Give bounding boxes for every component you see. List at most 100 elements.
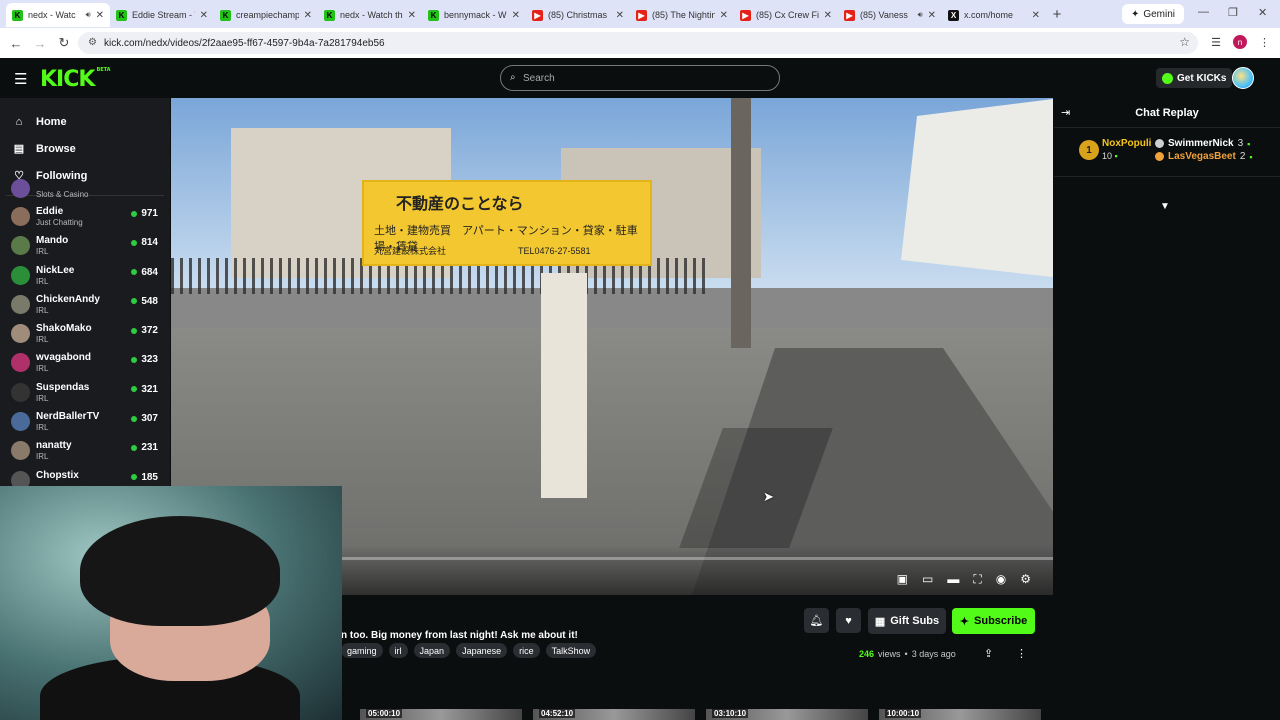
sidebar-channel[interactable]: Suspendas IRL 321 [0, 379, 170, 408]
settings-gear-icon[interactable]: ⚙ [1020, 572, 1031, 587]
close-tab-icon[interactable]: ✕ [304, 10, 312, 21]
tag-list: gaming irl Japan Japanese rice TalkShow [341, 643, 597, 658]
browser-tab[interactable]: K Eddie Stream - V ✕ [110, 3, 214, 27]
browser-tab-bar: Knedx - Watc 🔊︎ ✕ K Eddie Stream - V ✕ Kcreamp… [0, 0, 1280, 28]
video-thumbnail[interactable]: 10:00:10 [879, 709, 1041, 720]
follow-button[interactable]: ♥ [836, 608, 861, 633]
gifter-row[interactable]: SwimmerNick 3 ▪ [1155, 138, 1250, 149]
channel-avatar [11, 324, 30, 344]
close-tab-icon[interactable]: ✕ [928, 10, 936, 21]
viewer-count: 372 [131, 325, 158, 336]
sidebar-item-home[interactable]: ⌂ Home [0, 108, 170, 135]
fullscreen-icon[interactable]: ⛶ [973, 572, 981, 587]
sidebar-channel[interactable]: NickLee IRL 684 [0, 262, 170, 291]
gifter-row[interactable]: LasVegasBeet 2 ▪ [1155, 151, 1253, 162]
site-info-icon[interactable]: ⚙ [88, 37, 97, 48]
sidebar-channel[interactable]: ShakoMako IRL 372 [0, 320, 170, 349]
sidebar-channel[interactable]: Mando IRL 814 [0, 232, 170, 261]
channel-category: IRL [36, 305, 49, 315]
browser-tab[interactable]: ▶ (85) The Nightin ✕ [630, 3, 734, 27]
thumbnail-duration: 05:00:10 [366, 709, 403, 718]
browser-tab[interactable]: Knedx - Watc 🔊︎ ✕ [6, 3, 110, 27]
user-avatar[interactable] [1232, 67, 1254, 89]
close-tab-icon[interactable]: ✕ [96, 10, 104, 21]
browser-tab[interactable]: Xx.com/home ✕ [942, 3, 1046, 27]
new-tab-icon[interactable]: + [1046, 6, 1068, 23]
get-kicks-button[interactable]: Get KICKs [1156, 68, 1233, 88]
close-tab-icon[interactable]: ✕ [1032, 10, 1040, 21]
sidebar-channel[interactable]: Chopstix 185 [0, 467, 170, 488]
tag-chip[interactable]: Japanese [456, 643, 508, 658]
kick-logo[interactable]: KICK BETA [40, 67, 111, 92]
chevron-down-icon[interactable]: ▼ [1160, 201, 1170, 212]
top-gifter-name[interactable]: NoxPopuli [1102, 138, 1151, 149]
close-tab-icon[interactable]: ✕ [616, 10, 624, 21]
rank-badge: 1 [1079, 140, 1099, 160]
viewer-count: 814 [131, 237, 158, 248]
tag-chip[interactable]: Japan [413, 643, 451, 658]
kick-favicon-icon: K [428, 9, 439, 21]
hamburger-menu-icon[interactable]: ☰ [14, 70, 27, 88]
browser-tab[interactable]: ▶ (85) Vaness 🔊︎ ✕ [838, 3, 942, 27]
related-videos: 05:00:10 04:52:10 03:10:10 10:00:10 [360, 709, 1041, 720]
video-thumbnail[interactable]: 05:00:10 [360, 709, 522, 720]
close-tab-icon[interactable]: ✕ [512, 10, 520, 21]
close-window-icon[interactable]: ✕ [1258, 6, 1267, 19]
sidebar-channel[interactable]: wvagabond IRL 323 [0, 349, 170, 378]
site-header: ☰ KICK BETA ⌕ Search Get KICKs [0, 58, 1280, 98]
browser-tab[interactable]: Kcreampiechamp ✕ [214, 3, 318, 27]
clip-icon[interactable]: ▭ [922, 572, 933, 587]
close-tab-icon[interactable]: ✕ [720, 10, 728, 21]
tag-chip[interactable]: gaming [341, 643, 383, 658]
home-icon: ⌂ [15, 115, 23, 128]
close-tab-icon[interactable]: ✕ [200, 10, 208, 21]
viewer-count: 321 [131, 384, 158, 395]
tag-chip[interactable]: rice [513, 643, 540, 658]
forward-icon[interactable]: → [28, 36, 52, 51]
profile-avatar[interactable]: n [1233, 35, 1247, 49]
url-field[interactable]: ⚙ kick.com/nedx/videos/2f2aae95-ff67-459… [78, 32, 1198, 54]
video-thumbnail[interactable]: 03:10:10 [706, 709, 868, 720]
sidebar-item-browse[interactable]: ▤ Browse [0, 135, 170, 162]
sidebar-channel[interactable]: nanatty IRL 231 [0, 437, 170, 466]
browser-menu-icon[interactable]: ⋮ [1259, 36, 1270, 49]
theater-mode-icon[interactable]: ▬ [947, 572, 959, 587]
bookmark-star-icon[interactable]: ☆ [1179, 35, 1190, 49]
audio-playing-icon[interactable]: 🔊︎ [86, 10, 91, 20]
channel-name: ChickenAndy [36, 293, 100, 305]
video-thumbnail[interactable]: 04:52:10 [533, 709, 695, 720]
minimize-icon[interactable]: — [1198, 6, 1209, 18]
more-options-icon[interactable]: ⋮ [1016, 647, 1027, 660]
badge-icon [1155, 152, 1164, 161]
audio-playing-icon[interactable]: 🔊︎ [918, 10, 923, 20]
gemini-button[interactable]: ✦ Gemini [1122, 4, 1184, 24]
thumbnail-duration: 10:00:10 [885, 709, 922, 718]
mini-player-icon[interactable]: ▣ [897, 572, 908, 587]
close-tab-icon[interactable]: ✕ [824, 10, 832, 21]
sidebar-channel[interactable]: Eddie Just Chatting 971 [0, 203, 170, 232]
sidebar-channel[interactable]: ChickenAndy IRL 548 [0, 291, 170, 320]
close-tab-icon[interactable]: ✕ [408, 10, 416, 21]
browser-tab[interactable]: Kbennymack - W ✕ [422, 3, 526, 27]
playback-speed-icon[interactable]: ◉ [996, 572, 1006, 587]
sidebar-channel[interactable]: Slots & Casino [0, 179, 170, 203]
notifications-button[interactable]: 🔔︎ [804, 608, 829, 633]
badge-icon [1155, 139, 1164, 148]
tag-chip[interactable]: irl [388, 643, 408, 658]
gift-subs-button[interactable]: ▦ Gift Subs [868, 608, 946, 634]
browser-tab[interactable]: ▶ (85) Cx Crew Fin ✕ [734, 3, 838, 27]
reload-icon[interactable]: ↻ [52, 35, 76, 51]
x-favicon-icon: X [948, 9, 959, 21]
share-icon[interactable]: ⇪ [984, 647, 993, 660]
browser-tab[interactable]: ▶ (85) Christmas ✕ [526, 3, 630, 27]
browser-tab[interactable]: Knedx - Watch th ✕ [318, 3, 422, 27]
subscribe-button[interactable]: ✦ Subscribe [952, 608, 1035, 634]
sidebar-channel[interactable]: NerdBallerTV IRL 307 [0, 408, 170, 437]
maximize-icon[interactable]: ❐ [1228, 6, 1238, 19]
tag-chip[interactable]: TalkShow [545, 643, 597, 658]
video-stats: 246 views • 3 days ago [859, 649, 956, 659]
back-icon[interactable]: ← [4, 36, 28, 51]
tab-search-icon[interactable]: ☰ [1211, 36, 1221, 49]
search-input[interactable]: ⌕ Search [500, 65, 780, 91]
followed-channel-list: Slots & Casino Eddie Just Chatting 971 Mando… [0, 179, 170, 488]
